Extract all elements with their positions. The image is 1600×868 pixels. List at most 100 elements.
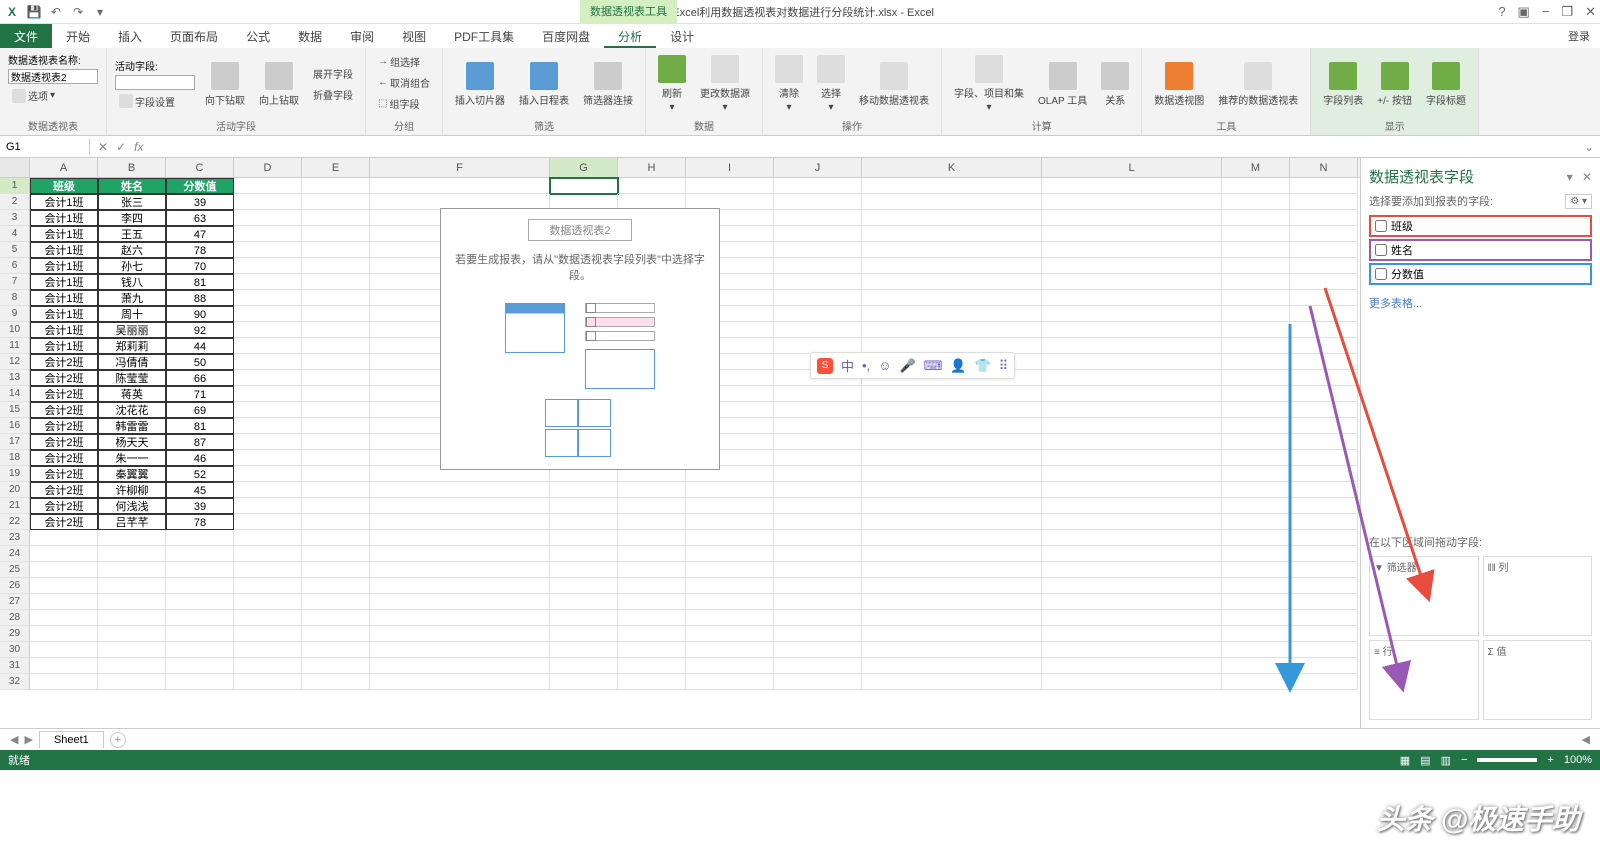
- cell[interactable]: [1290, 226, 1358, 242]
- cell[interactable]: [98, 562, 166, 578]
- cell[interactable]: 班级: [30, 178, 98, 194]
- fx-icon[interactable]: fx: [134, 140, 143, 154]
- cell[interactable]: [686, 498, 774, 514]
- row-header[interactable]: 10: [0, 322, 30, 338]
- col-header[interactable]: E: [302, 158, 370, 177]
- cell[interactable]: [1290, 530, 1358, 546]
- cell[interactable]: [234, 562, 302, 578]
- cell[interactable]: 会计1班: [30, 322, 98, 338]
- tab-view[interactable]: 视图: [388, 24, 440, 48]
- cell[interactable]: [1290, 370, 1358, 386]
- col-header[interactable]: J: [774, 158, 862, 177]
- cell[interactable]: [370, 562, 550, 578]
- row-header[interactable]: 11: [0, 338, 30, 354]
- cell[interactable]: 韩雷雷: [98, 418, 166, 434]
- cell[interactable]: [686, 674, 774, 690]
- cell[interactable]: [1290, 498, 1358, 514]
- cell[interactable]: [234, 290, 302, 306]
- cell[interactable]: [686, 626, 774, 642]
- cell[interactable]: [1290, 578, 1358, 594]
- cell[interactable]: [98, 530, 166, 546]
- field-item-score[interactable]: 分数值: [1369, 263, 1592, 285]
- cell[interactable]: [774, 290, 862, 306]
- cell[interactable]: [1290, 514, 1358, 530]
- cell[interactable]: 会计2班: [30, 450, 98, 466]
- cell[interactable]: 萧九: [98, 290, 166, 306]
- cell[interactable]: [862, 562, 1042, 578]
- cell[interactable]: [302, 290, 370, 306]
- cell[interactable]: [1042, 466, 1222, 482]
- cell[interactable]: [862, 402, 1042, 418]
- field-checkbox-name[interactable]: [1375, 244, 1387, 256]
- cell[interactable]: [550, 482, 618, 498]
- cell[interactable]: [1290, 194, 1358, 210]
- cell[interactable]: [302, 194, 370, 210]
- cell[interactable]: 69: [166, 402, 234, 418]
- cell[interactable]: [166, 562, 234, 578]
- cell[interactable]: [1290, 610, 1358, 626]
- cell[interactable]: 吴丽丽: [98, 322, 166, 338]
- cell[interactable]: [302, 482, 370, 498]
- cell[interactable]: [774, 610, 862, 626]
- cell[interactable]: [1042, 290, 1222, 306]
- cell[interactable]: [774, 642, 862, 658]
- tab-home[interactable]: 开始: [52, 24, 104, 48]
- cell[interactable]: [1222, 290, 1290, 306]
- cell[interactable]: [302, 226, 370, 242]
- cell[interactable]: 会计1班: [30, 194, 98, 210]
- ime-skin-icon[interactable]: 👕: [975, 358, 991, 374]
- cell[interactable]: [1290, 258, 1358, 274]
- col-header[interactable]: G: [550, 158, 618, 177]
- cell[interactable]: 44: [166, 338, 234, 354]
- row-header[interactable]: 25: [0, 562, 30, 578]
- cell[interactable]: [234, 338, 302, 354]
- col-header[interactable]: A: [30, 158, 98, 177]
- cell[interactable]: [370, 530, 550, 546]
- add-sheet-button[interactable]: +: [110, 732, 126, 748]
- cell[interactable]: [1222, 546, 1290, 562]
- view-layout-icon[interactable]: ▤: [1420, 754, 1430, 767]
- ime-menu-icon[interactable]: ⠿: [999, 358, 1009, 374]
- cell[interactable]: [774, 178, 862, 194]
- cell[interactable]: [30, 674, 98, 690]
- cell[interactable]: [1290, 418, 1358, 434]
- cell[interactable]: [550, 546, 618, 562]
- tab-analyze[interactable]: 分析: [604, 24, 656, 48]
- cell[interactable]: [30, 562, 98, 578]
- row-header[interactable]: 24: [0, 546, 30, 562]
- cell[interactable]: [618, 482, 686, 498]
- cell[interactable]: 70: [166, 258, 234, 274]
- row-header[interactable]: 12: [0, 354, 30, 370]
- cell[interactable]: [862, 498, 1042, 514]
- row-header[interactable]: 22: [0, 514, 30, 530]
- cell[interactable]: 许柳柳: [98, 482, 166, 498]
- cell[interactable]: 姓名: [98, 178, 166, 194]
- cell[interactable]: [862, 450, 1042, 466]
- cell[interactable]: [1222, 386, 1290, 402]
- cell[interactable]: [1290, 274, 1358, 290]
- cell[interactable]: [1042, 642, 1222, 658]
- cell[interactable]: [686, 546, 774, 562]
- cell[interactable]: [302, 626, 370, 642]
- cell[interactable]: [234, 578, 302, 594]
- cell[interactable]: [774, 514, 862, 530]
- cell[interactable]: [774, 578, 862, 594]
- cell[interactable]: [1222, 370, 1290, 386]
- col-header[interactable]: L: [1042, 158, 1222, 177]
- cell[interactable]: [618, 578, 686, 594]
- cell[interactable]: 50: [166, 354, 234, 370]
- cell[interactable]: [370, 674, 550, 690]
- expand-field-button[interactable]: 展开字段: [309, 64, 357, 83]
- ungroup-button[interactable]: ← 取消组合: [374, 73, 434, 92]
- cell[interactable]: [166, 626, 234, 642]
- tab-review[interactable]: 审阅: [336, 24, 388, 48]
- cell[interactable]: 周十: [98, 306, 166, 322]
- sheet-tab-1[interactable]: Sheet1: [39, 731, 104, 748]
- cell[interactable]: [302, 354, 370, 370]
- cell[interactable]: [1222, 434, 1290, 450]
- cell[interactable]: 66: [166, 370, 234, 386]
- cell[interactable]: [370, 482, 550, 498]
- col-header[interactable]: N: [1290, 158, 1358, 177]
- cell[interactable]: [686, 482, 774, 498]
- cell[interactable]: 39: [166, 194, 234, 210]
